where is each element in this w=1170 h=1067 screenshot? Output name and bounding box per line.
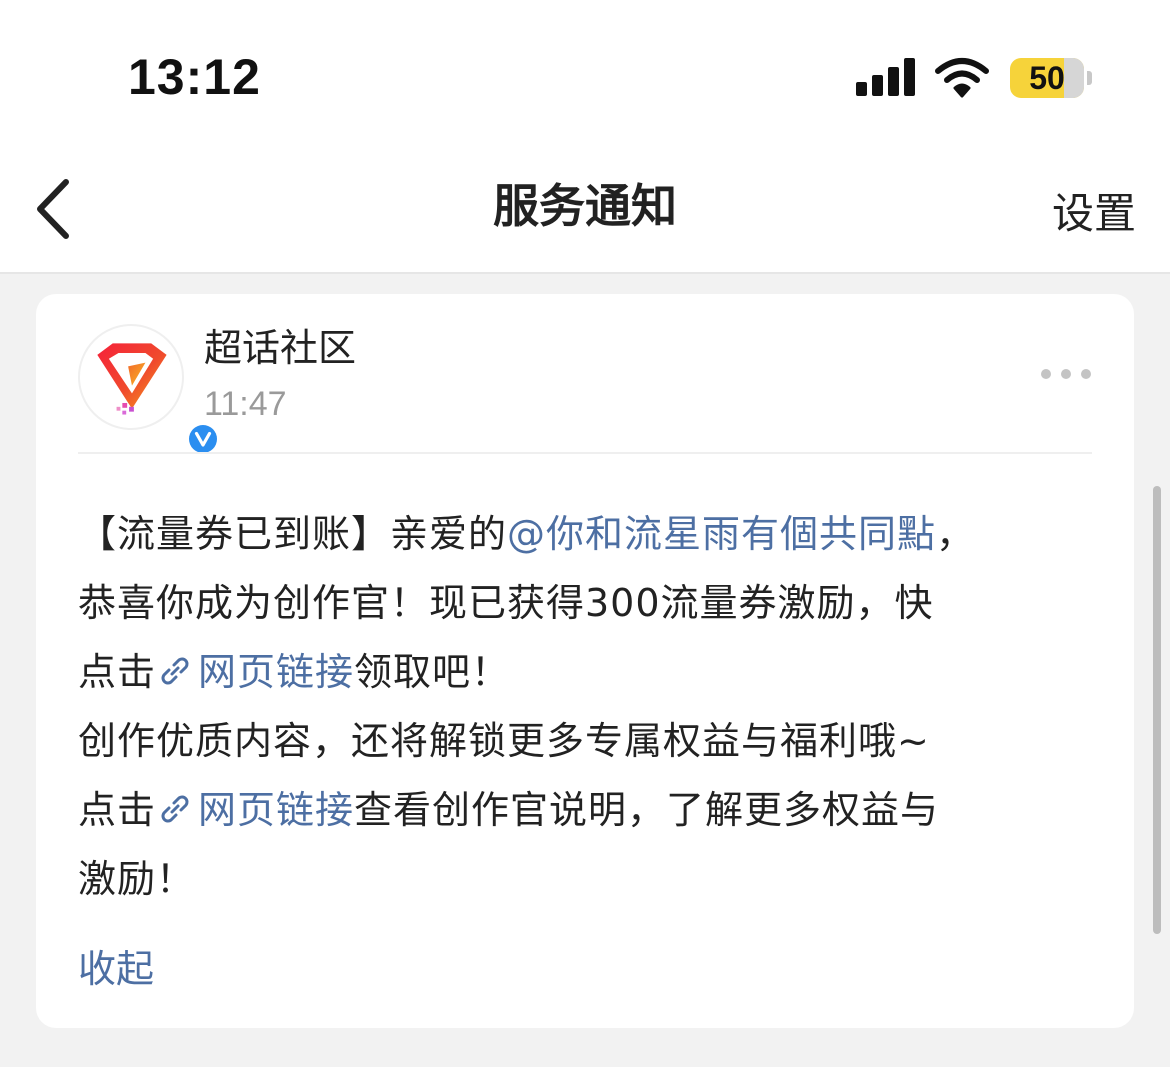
status-time: 13:12: [128, 49, 261, 105]
web-link-info[interactable]: 网页链接: [156, 788, 354, 832]
message-line: 【流量券已到账】亲爱的@你和流星雨有個共同點，: [78, 512, 976, 556]
scrollbar[interactable]: [1153, 486, 1161, 934]
link-icon: [161, 795, 189, 823]
page-title: 服务通知: [493, 179, 677, 233]
notification-card: 超话社区 11:47 【流量券已到账】亲爱的@你和流星雨有個共同點， 恭喜你成为…: [36, 294, 1134, 1028]
message-line: 点击 网页链接领取吧！: [78, 650, 511, 694]
divider: [78, 452, 1092, 454]
link-icon: [161, 657, 189, 685]
message-line: 点击 网页链接查看创作官说明，了解更多权益与: [78, 788, 940, 832]
battery-icon: 50: [1010, 58, 1084, 98]
more-dots-icon: [1041, 369, 1051, 379]
battery-level: 50: [1029, 60, 1065, 96]
avatar[interactable]: [78, 324, 220, 456]
diamond-logo-icon: [97, 343, 167, 415]
mention-link[interactable]: @你和流星雨有個共同點: [507, 512, 936, 556]
battery-nub: [1087, 71, 1092, 85]
message-body: 【流量券已到账】亲爱的@你和流星雨有個共同點， 恭喜你成为创作官！现已获得300…: [78, 500, 1108, 914]
more-dots-icon: [1081, 369, 1091, 379]
more-button[interactable]: [1036, 358, 1096, 388]
settings-button[interactable]: 设置: [1052, 186, 1136, 242]
web-link-claim[interactable]: 网页链接: [156, 650, 354, 694]
nav-bar: 服务通知 设置: [0, 150, 1170, 274]
message-line: 创作优质内容，还将解锁更多专属权益与福利哦~: [78, 719, 930, 763]
signal-icon: [856, 58, 916, 96]
message-time: 11:47: [204, 385, 287, 423]
status-bar: 13:12 50: [0, 0, 1170, 150]
message-line: 激励！: [78, 857, 196, 901]
more-dots-icon: [1061, 369, 1071, 379]
message-line: 恭喜你成为创作官！现已获得300流量券激励，快: [78, 581, 934, 625]
sender-name[interactable]: 超话社区: [204, 322, 356, 374]
wifi-icon: [935, 58, 989, 98]
collapse-button[interactable]: 收起: [78, 942, 154, 996]
